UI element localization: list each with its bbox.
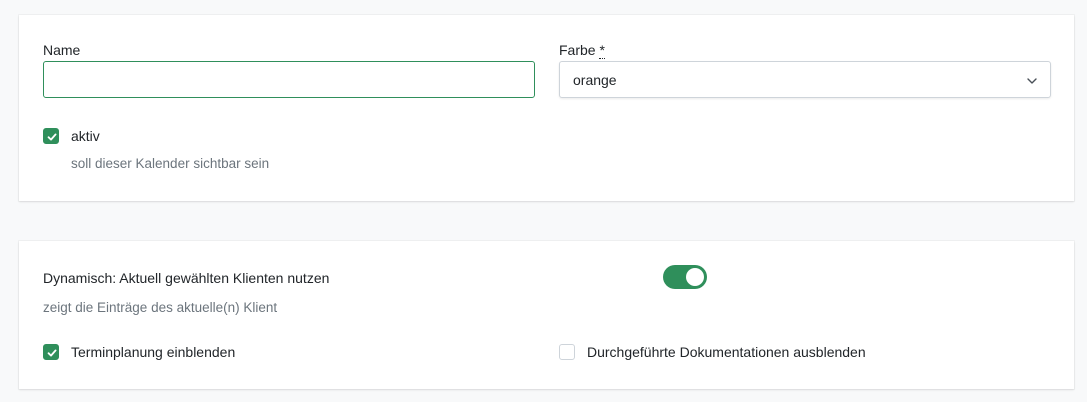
dynamic-client-card: Dynamisch: Aktuell gewählten Klienten nu… xyxy=(19,241,1074,389)
active-label: aktiv xyxy=(71,128,100,144)
dynamic-help-text: zeigt die Einträge des aktuelle(n) Klien… xyxy=(43,300,278,315)
active-checkbox[interactable] xyxy=(43,128,59,144)
name-input[interactable] xyxy=(43,61,535,98)
color-select[interactable]: orange xyxy=(559,61,1051,98)
dynamic-toggle[interactable] xyxy=(663,265,707,289)
hide-docs-label: Durchgeführte Dokumentationen ausblenden xyxy=(587,344,866,360)
required-marker: * xyxy=(599,42,605,59)
color-select-value: orange xyxy=(573,72,617,88)
calendar-settings-card: Name Farbe * orange aktiv soll dieser Ka… xyxy=(19,15,1074,201)
chevron-down-icon xyxy=(1026,74,1038,86)
color-label-text: Farbe xyxy=(559,42,596,58)
check-icon xyxy=(47,133,57,141)
toggle-knob xyxy=(686,268,704,286)
name-label: Name xyxy=(43,42,81,58)
hide-docs-checkbox[interactable] xyxy=(559,344,575,360)
check-icon xyxy=(47,349,57,357)
color-label: Farbe * xyxy=(559,42,605,59)
dynamic-title: Dynamisch: Aktuell gewählten Klienten nu… xyxy=(43,270,330,286)
show-appointments-label: Terminplanung einblenden xyxy=(71,344,236,360)
show-appointments-checkbox[interactable] xyxy=(43,344,59,360)
active-help-text: soll dieser Kalender sichtbar sein xyxy=(71,156,270,171)
